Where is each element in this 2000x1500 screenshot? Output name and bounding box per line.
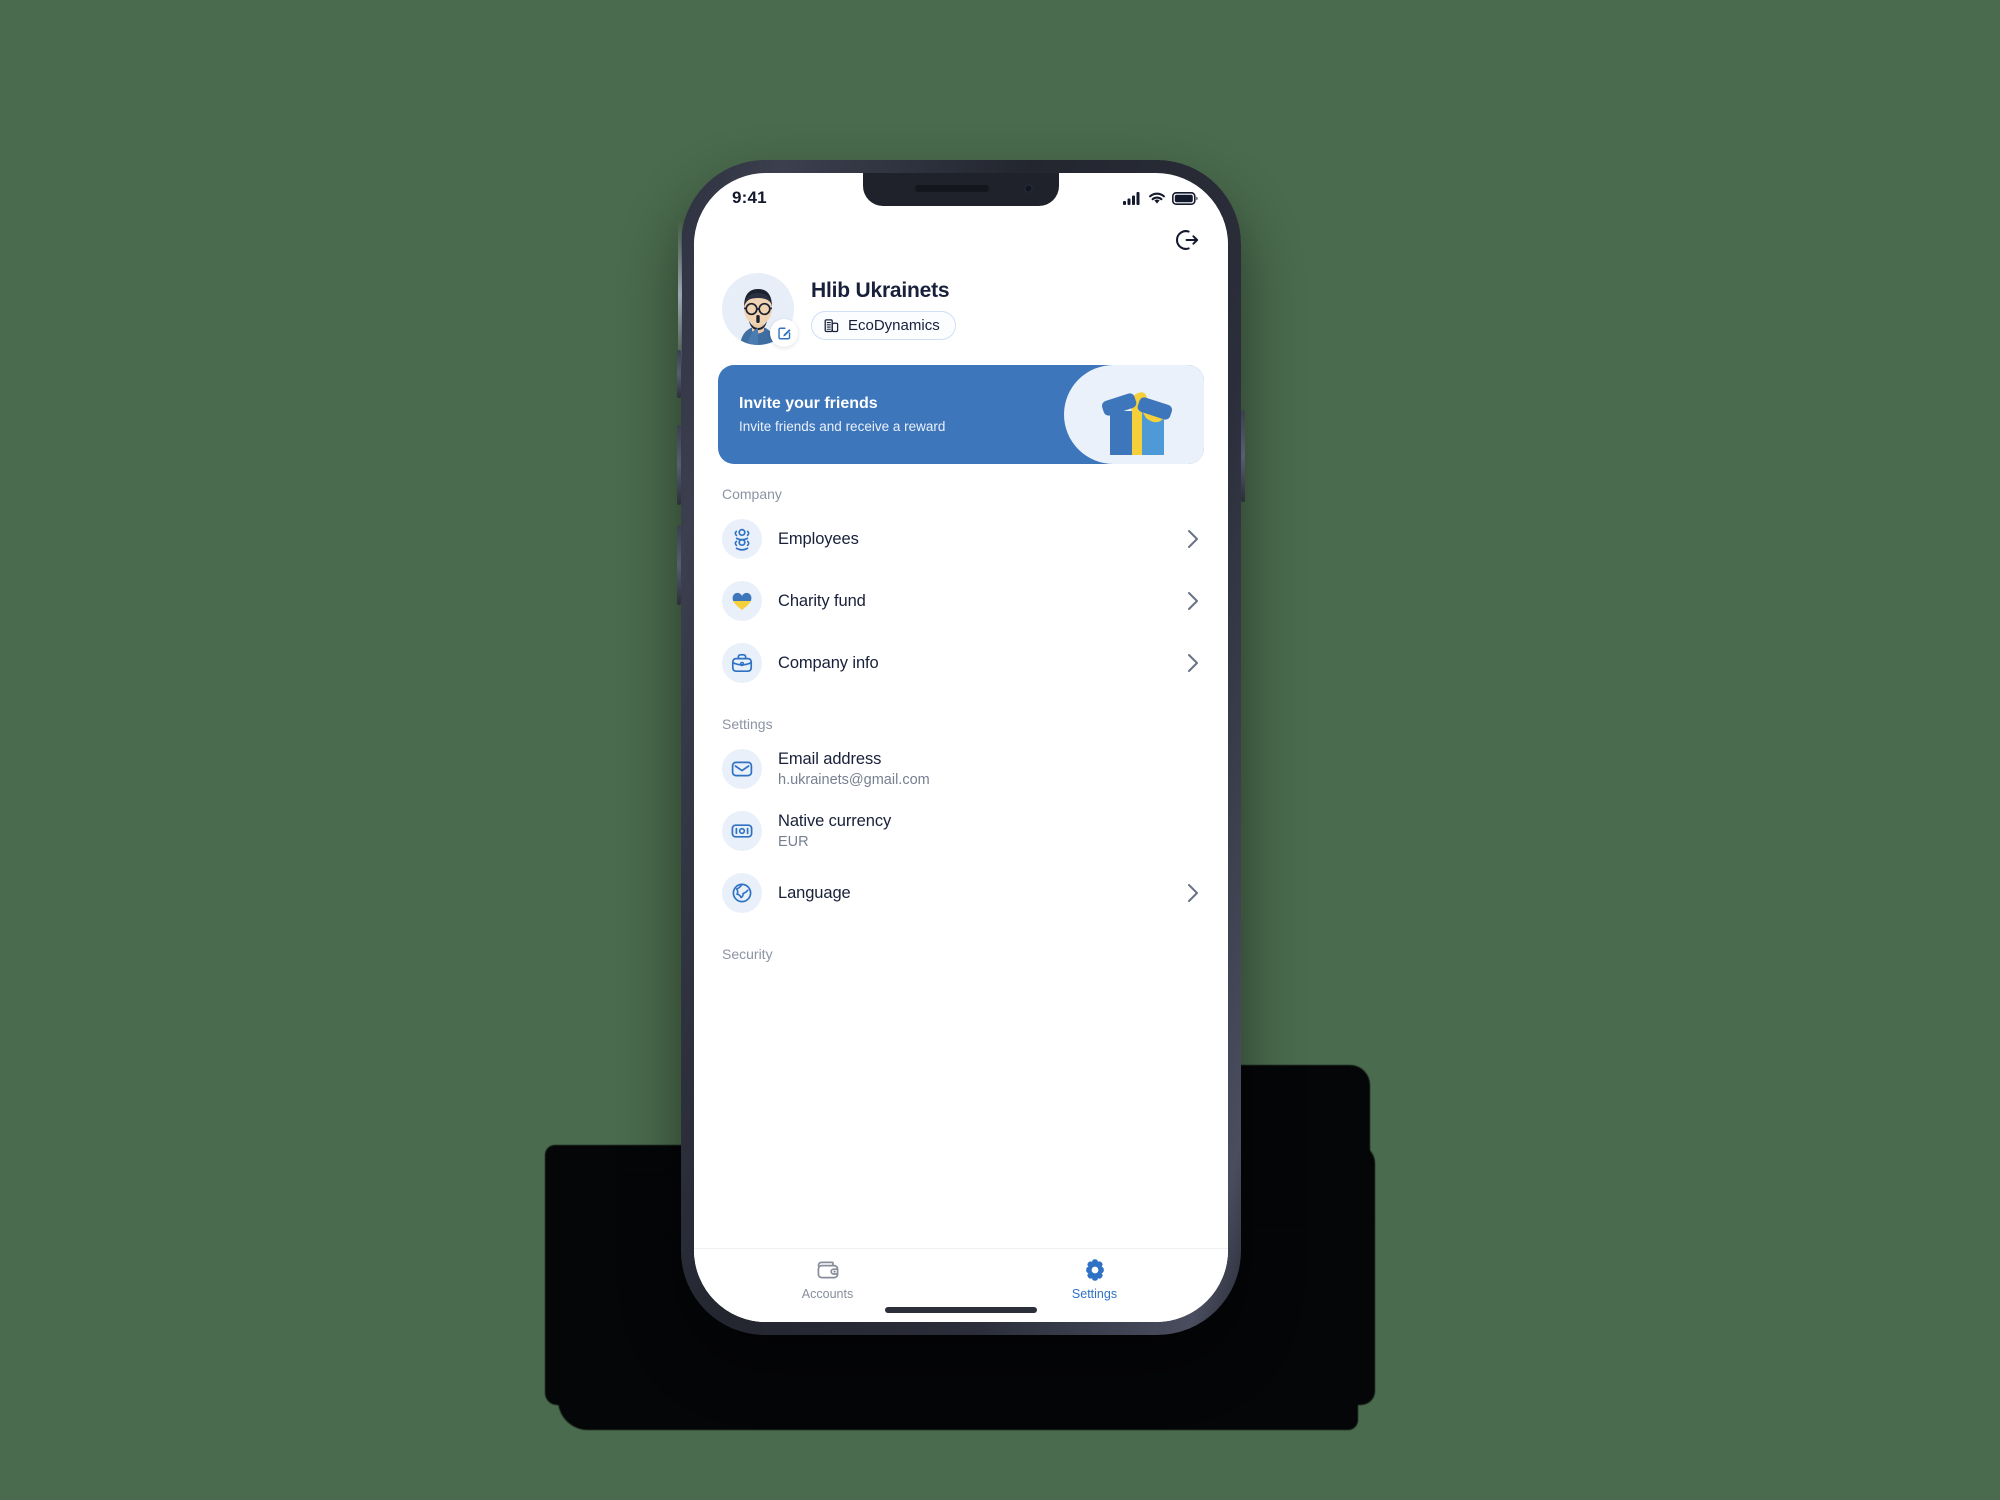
row-icon-wrapper bbox=[722, 749, 762, 789]
building-icon bbox=[824, 318, 839, 332]
invite-friends-banner[interactable]: Invite your friends Invite friends and r… bbox=[718, 365, 1204, 464]
tab-label: Accounts bbox=[801, 1287, 854, 1301]
row-title: Employees bbox=[778, 529, 859, 548]
invite-text: Invite your friends Invite friends and r… bbox=[718, 395, 945, 434]
globe-icon bbox=[732, 883, 752, 903]
invite-art bbox=[1064, 365, 1204, 464]
row-native-currency[interactable]: Native currency EUR bbox=[718, 800, 1204, 862]
section-header-company: Company bbox=[722, 486, 782, 502]
tab-settings[interactable]: Settings bbox=[961, 1257, 1228, 1301]
row-subtitle: EUR bbox=[778, 834, 809, 850]
volume-up-button[interactable] bbox=[677, 425, 681, 505]
row-body: Employees bbox=[778, 530, 1170, 549]
row-subtitle: h.ukrainets@gmail.com bbox=[778, 772, 930, 788]
row-language[interactable]: Language bbox=[718, 862, 1204, 924]
envelope-icon bbox=[731, 761, 753, 777]
row-company-info[interactable]: Company info bbox=[718, 632, 1204, 694]
avatar-wrapper[interactable] bbox=[722, 273, 798, 347]
phone-device-frame: 9:41 Hlib Ukrainets EcoDynamics Invite y… bbox=[677, 160, 1245, 1335]
battery-icon bbox=[1172, 191, 1198, 205]
home-indicator[interactable] bbox=[885, 1307, 1037, 1313]
tab-label: Settings bbox=[1071, 1287, 1118, 1301]
profile-name: Hlib Ukrainets bbox=[811, 278, 950, 302]
invite-title: Invite your friends bbox=[739, 395, 878, 412]
briefcase-icon bbox=[731, 653, 753, 673]
drop-shadow-blob bbox=[560, 1175, 700, 1235]
cellular-signal-icon bbox=[1123, 191, 1140, 205]
notch bbox=[863, 173, 1059, 206]
chevron-right-icon bbox=[1188, 884, 1198, 902]
section-header-security: Security bbox=[722, 946, 773, 962]
mute-switch[interactable] bbox=[677, 350, 681, 398]
status-time: 9:41 bbox=[732, 188, 767, 207]
row-title: Charity fund bbox=[778, 591, 866, 610]
profile-header[interactable]: Hlib Ukrainets EcoDynamics bbox=[718, 273, 1204, 347]
row-charity-fund[interactable]: Charity fund bbox=[718, 570, 1204, 632]
volume-down-button[interactable] bbox=[677, 525, 681, 605]
profile-info: Hlib Ukrainets EcoDynamics bbox=[811, 279, 956, 340]
settings-scroll-area[interactable]: Hlib Ukrainets EcoDynamics Invite your f… bbox=[694, 217, 1228, 1248]
row-title: Native currency bbox=[778, 812, 892, 830]
invite-subtitle: Invite friends and receive a reward bbox=[739, 419, 946, 434]
row-title: Language bbox=[778, 883, 851, 902]
wifi-icon bbox=[1149, 192, 1165, 204]
tab-accounts[interactable]: Accounts bbox=[694, 1257, 961, 1301]
earpiece-speaker bbox=[915, 185, 989, 192]
settings-sections: Company Employees Charity fund Company i… bbox=[718, 464, 1204, 968]
row-icon-wrapper bbox=[722, 643, 762, 683]
chevron-right-icon bbox=[1188, 530, 1198, 548]
status-icons bbox=[1123, 191, 1198, 205]
edit-avatar-button[interactable] bbox=[770, 319, 798, 347]
chevron-right-icon bbox=[1188, 654, 1198, 672]
app-top-bar bbox=[718, 217, 1204, 259]
row-title: Company info bbox=[778, 653, 879, 672]
row-employees[interactable]: Employees bbox=[718, 508, 1204, 570]
phone-screen: 9:41 Hlib Ukrainets EcoDynamics Invite y… bbox=[694, 173, 1228, 1322]
gift-box-icon bbox=[1101, 391, 1173, 455]
row-icon-wrapper bbox=[722, 873, 762, 913]
row-email-address[interactable]: Email address h.ukrainets@gmail.com bbox=[718, 738, 1204, 800]
row-body: Email address h.ukrainets@gmail.com bbox=[778, 750, 1200, 788]
company-badge-label: EcoDynamics bbox=[848, 316, 940, 334]
people-icon bbox=[734, 528, 750, 551]
heart-flag-icon bbox=[732, 592, 752, 611]
gear-icon bbox=[1085, 1259, 1104, 1281]
chevron-right-icon bbox=[1188, 592, 1198, 610]
banknote-icon bbox=[731, 824, 753, 838]
section-header-settings: Settings bbox=[722, 716, 773, 732]
company-badge[interactable]: EcoDynamics bbox=[811, 310, 956, 340]
row-body: Charity fund bbox=[778, 592, 1170, 611]
row-icon-wrapper bbox=[722, 519, 762, 559]
front-camera-icon bbox=[1024, 184, 1033, 193]
wallet-icon bbox=[817, 1261, 838, 1279]
logout-button[interactable] bbox=[1172, 225, 1202, 255]
screenshot-stage: 9:41 Hlib Ukrainets EcoDynamics Invite y… bbox=[0, 0, 2000, 1500]
logout-icon bbox=[1175, 230, 1199, 250]
row-body: Native currency EUR bbox=[778, 812, 1200, 850]
row-body: Company info bbox=[778, 654, 1170, 673]
row-icon-wrapper bbox=[722, 581, 762, 621]
app-content: Hlib Ukrainets EcoDynamics Invite your f… bbox=[694, 217, 1228, 1322]
edit-pencil-icon bbox=[777, 327, 791, 339]
row-title: Email address bbox=[778, 750, 882, 768]
row-icon-wrapper bbox=[722, 811, 762, 851]
power-button[interactable] bbox=[1241, 410, 1245, 502]
row-body: Language bbox=[778, 884, 1170, 903]
